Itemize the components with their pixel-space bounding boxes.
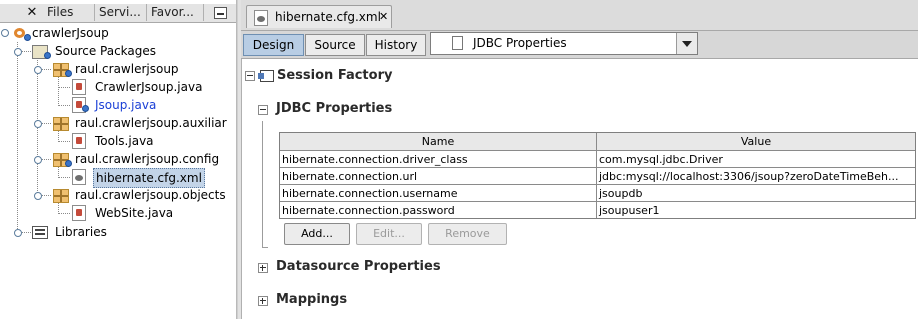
badge-icon [24,34,31,41]
minimize-icon[interactable] [214,7,227,19]
table-row[interactable]: hibernate.connection.url jdbc:mysql://lo… [280,167,915,185]
section-guide-line [262,121,263,247]
tree-node-package[interactable]: raul.crawlerjsoup [51,60,231,78]
add-property-button[interactable]: Add... [284,223,350,245]
editor-tab-label: hibernate.cfg.xml [275,10,381,24]
tree-node-file[interactable]: CrawlerJsoup.java [71,78,231,96]
explorer-tab-strip: ✕ Files Servi... Favor... [0,4,236,23]
table-cell-name: hibernate.connection.password [282,204,455,217]
column-header-name[interactable]: Name [280,133,596,151]
expand-icon[interactable] [258,263,268,273]
close-tab-icon[interactable]: ✕ [379,9,388,25]
design-view-button[interactable]: Design [243,34,304,56]
table-row[interactable]: hibernate.connection.password jsoupuser1 [280,201,915,219]
tree-guide [17,40,18,233]
tree-guide [58,177,70,178]
tree-node-package[interactable]: raul.crawlerjsoup.auxiliar [51,114,236,132]
tree-guide [58,213,70,214]
tree-node-source-packages[interactable]: Source Packages [30,42,220,60]
table-cell-value: jdbc:mysql://localhost:3306/jsoup?zeroDa… [599,170,899,183]
tree-node-file[interactable]: Tools.java [71,132,231,150]
expand-toggle-icon[interactable] [34,120,42,128]
history-view-button[interactable]: History [366,34,426,56]
tree-node-package[interactable]: raul.crawlerjsoup.config [51,150,236,168]
tree-guide [58,87,70,88]
package-icon [53,117,69,131]
badge-icon [44,52,51,59]
java-file-icon [72,79,86,95]
editor-tab-hibernate-cfg[interactable]: hibernate.cfg.xml ✕ [246,5,392,28]
section-guide-line [262,247,268,248]
section-datasource-properties[interactable]: Datasource Properties [276,259,441,274]
section-mappings[interactable]: Mappings [276,292,347,307]
java-file-icon [72,133,86,149]
tree-node-file[interactable]: WebSite.java [71,204,231,222]
edit-property-button[interactable]: Edit... [356,223,422,245]
source-view-button[interactable]: Source [305,34,365,56]
libraries-icon [32,226,48,239]
session-factory-icon [258,70,274,82]
expand-toggle-icon[interactable] [14,229,22,237]
section-session-factory[interactable]: Session Factory [277,68,392,83]
section-select-value: JDBC Properties [473,36,567,50]
expand-icon[interactable] [258,296,268,306]
tree-guide [58,76,59,106]
table-cell-name: hibernate.connection.url [282,170,418,183]
badge-icon [65,70,72,77]
chevron-down-icon[interactable] [676,33,697,54]
tree-node-libraries[interactable]: Libraries [30,223,220,241]
jdbc-properties-table: Name Value hibernate.connection.driver_c… [279,132,916,219]
section-select-dropdown[interactable]: JDBC Properties [430,32,698,55]
badge-icon [82,105,89,112]
editor-view-toolbar: Design Source History JDBC Properties [241,31,918,59]
table-cell-value: com.mysql.jdbc.Driver [599,153,723,166]
tab-files[interactable]: Files [43,4,95,21]
remove-property-button[interactable]: Remove [428,223,507,245]
package-icon [53,189,69,203]
expand-toggle-icon[interactable] [34,156,42,164]
section-jdbc-properties[interactable]: JDBC Properties [276,101,392,116]
document-icon [452,36,463,50]
tree-guide [58,141,70,142]
table-cell-name: hibernate.connection.username [282,187,458,200]
expand-toggle-icon[interactable] [1,29,9,37]
badge-icon [65,160,72,167]
tree-guide [58,105,70,106]
tab-favorites[interactable]: Favor... [147,4,204,21]
table-cell-value: jsoupuser1 [599,204,660,217]
java-file-icon [72,205,86,221]
table-row[interactable]: hibernate.connection.driver_class com.my… [280,150,915,168]
expand-toggle-icon[interactable] [34,192,42,200]
tab-services[interactable]: Servi... [95,4,147,21]
editor-tab-strip: hibernate.cfg.xml ✕ [241,0,918,31]
table-cell-value: jsoupdb [599,187,643,200]
xml-file-icon [72,169,86,185]
expand-toggle-icon[interactable] [14,48,22,56]
collapse-icon[interactable] [258,105,268,115]
tree-node-file[interactable]: Jsoup.java [71,96,231,114]
table-cell-name: hibernate.connection.driver_class [282,153,468,166]
tree-node-file-selected[interactable]: hibernate.cfg.xml [71,168,231,188]
column-header-value[interactable]: Value [597,133,915,151]
close-icon[interactable]: ✕ [22,4,42,21]
expand-toggle-icon[interactable] [34,66,42,74]
tree-node-package[interactable]: raul.crawlerjsoup.objects [51,186,236,204]
xml-file-icon [254,10,268,26]
collapse-icon[interactable] [245,71,255,81]
tree-node-project[interactable]: crawlerJsoup [10,24,210,42]
table-row[interactable]: hibernate.connection.username jsoupdb [280,184,915,202]
